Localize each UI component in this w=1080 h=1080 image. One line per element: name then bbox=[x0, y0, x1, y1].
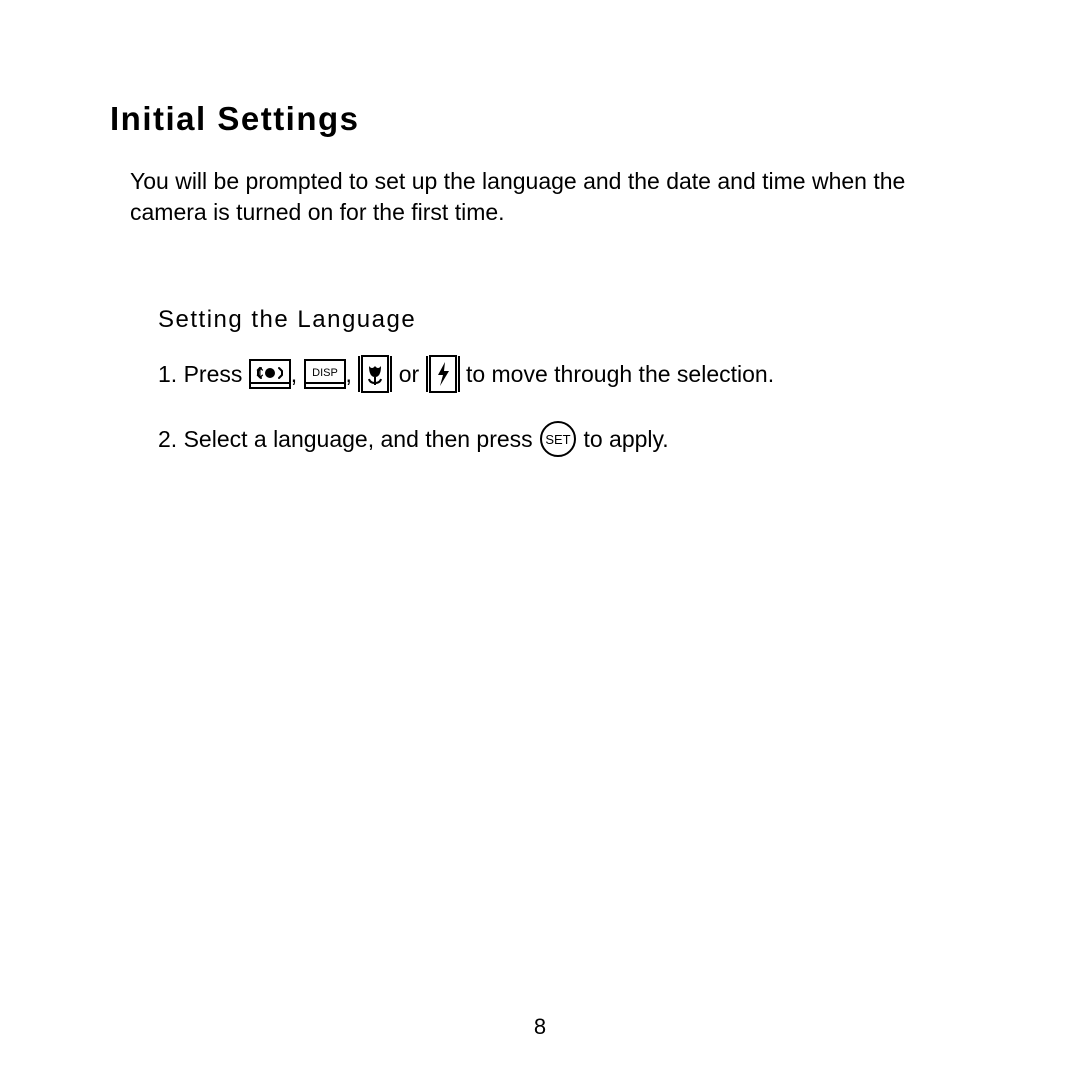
intro-paragraph: You will be prompted to set up the langu… bbox=[130, 166, 970, 228]
step-text: , bbox=[291, 361, 304, 387]
disp-label: DISP bbox=[312, 367, 338, 379]
step-text: to apply. bbox=[577, 426, 669, 452]
macro-button-icon bbox=[358, 355, 392, 393]
step-number: 1. bbox=[158, 361, 177, 387]
step-text: Press bbox=[184, 361, 249, 387]
step-text: Select a language, and then press bbox=[184, 426, 539, 452]
manual-page: Initial Settings You will be prompted to… bbox=[0, 0, 1080, 1080]
step-text: to move through the selection. bbox=[460, 361, 775, 387]
focus-button-icon bbox=[249, 359, 291, 389]
step-text: or bbox=[392, 361, 425, 387]
section-subheading: Setting the Language bbox=[158, 306, 970, 334]
page-heading: Initial Settings bbox=[110, 100, 970, 138]
step-text: , bbox=[346, 361, 359, 387]
flash-button-icon bbox=[426, 355, 460, 393]
step-number: 2. bbox=[158, 426, 177, 452]
set-label: SET bbox=[545, 432, 570, 447]
set-button-icon: SET bbox=[539, 420, 577, 458]
step-2: 2. Select a language, and then press SET… bbox=[158, 421, 970, 460]
step-1: 1. Press , DISP , bbox=[158, 356, 970, 395]
disp-button-icon: DISP bbox=[304, 359, 346, 389]
page-number: 8 bbox=[0, 1014, 1080, 1040]
